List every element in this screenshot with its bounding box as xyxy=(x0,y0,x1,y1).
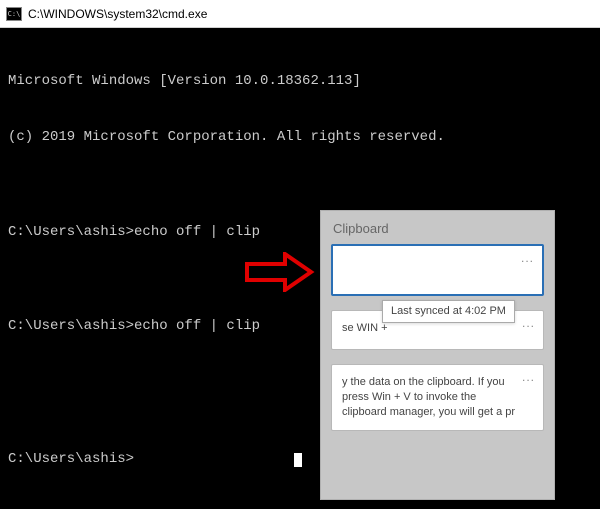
clipboard-item[interactable]: y the data on the clipboard. If you pres… xyxy=(331,364,544,431)
cursor xyxy=(294,453,302,467)
terminal-line: Microsoft Windows [Version 10.0.18362.11… xyxy=(8,72,592,91)
window-titlebar: C:\ C:\WINDOWS\system32\cmd.exe xyxy=(0,0,600,28)
clipboard-item[interactable]: Last synced at 4:02 PM se WIN + ... xyxy=(331,310,544,350)
sync-tooltip: Last synced at 4:02 PM xyxy=(382,300,515,323)
clipboard-item[interactable]: ... xyxy=(331,244,544,296)
window-title: C:\WINDOWS\system32\cmd.exe xyxy=(28,7,207,21)
more-icon[interactable]: ... xyxy=(522,317,535,329)
terminal-line: (c) 2019 Microsoft Corporation. All righ… xyxy=(8,128,592,147)
terminal-prompt: C:\Users\ashis> xyxy=(8,451,134,467)
more-icon[interactable]: ... xyxy=(521,252,534,264)
cmd-icon: C:\ xyxy=(6,7,22,21)
clipboard-item-text: se WIN + xyxy=(342,322,388,334)
more-icon[interactable]: ... xyxy=(522,371,535,383)
clipboard-item-text: y the data on the clipboard. If you pres… xyxy=(342,376,515,418)
clipboard-panel: Clipboard ... Last synced at 4:02 PM se … xyxy=(320,210,555,500)
clipboard-title: Clipboard xyxy=(331,221,544,236)
